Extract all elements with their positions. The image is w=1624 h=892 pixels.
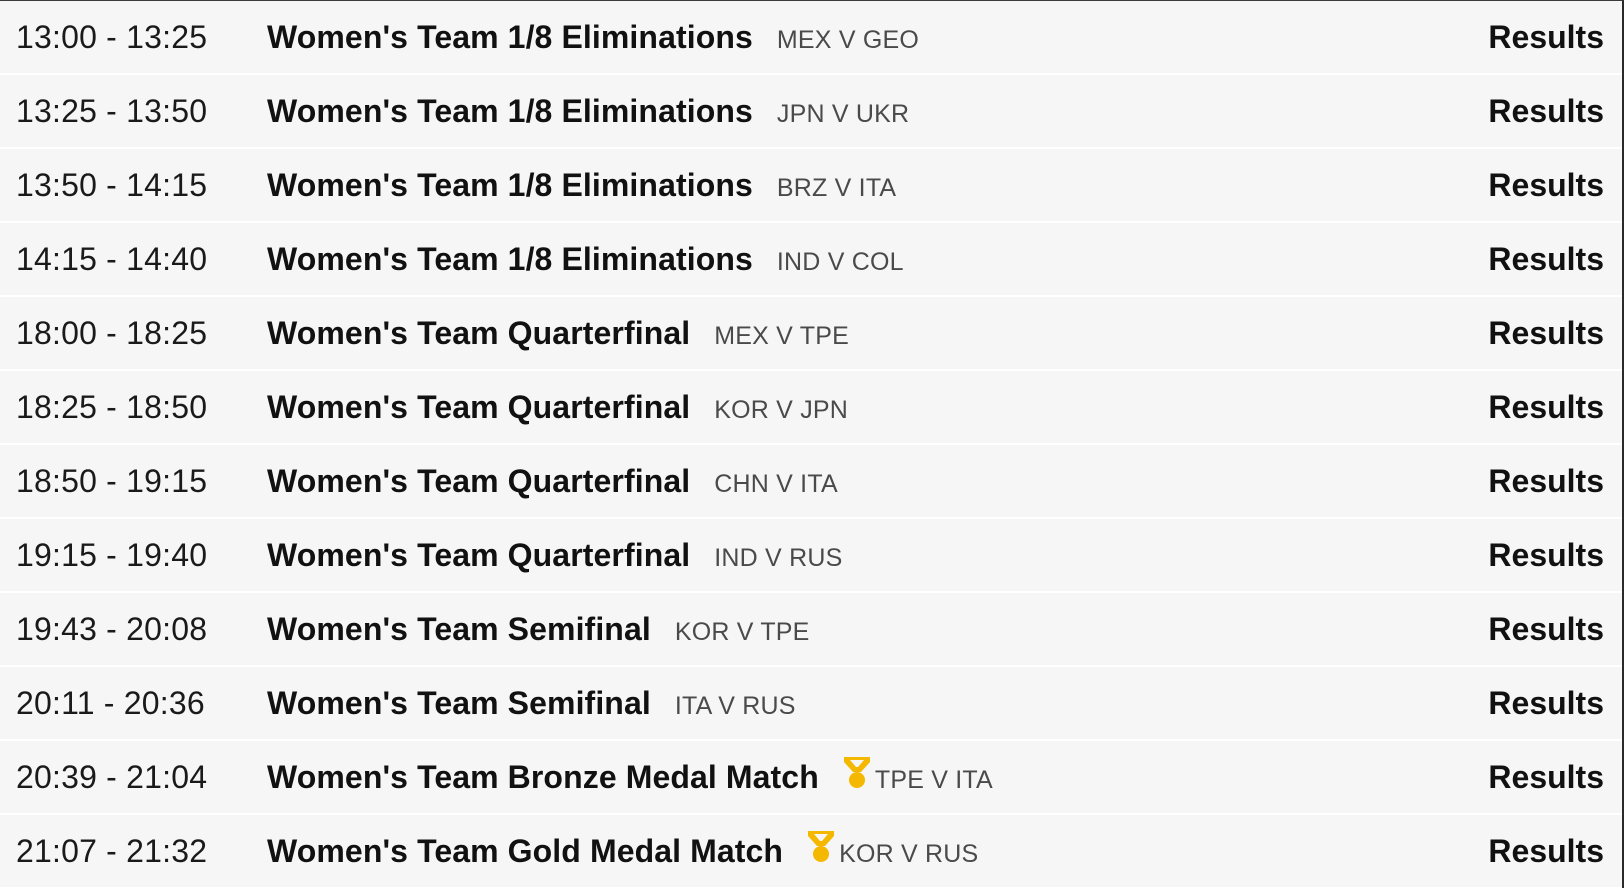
event-title: Women's Team 1/8 Eliminations <box>267 92 753 129</box>
event-info: Women's Team Quarterfinal CHN V ITA <box>267 463 838 500</box>
event-matchup: CHN V ITA <box>714 469 838 498</box>
results-link[interactable]: Results <box>1488 611 1604 648</box>
schedule-row: 18:50 - 19:15 Women's Team Quarterfinal … <box>0 445 1622 519</box>
event-title: Women's Team Quarterfinal <box>267 536 691 573</box>
event-matchup: MEX V TPE <box>714 321 849 350</box>
event-matchup: MEX V GEO <box>776 25 920 54</box>
event-info: Women's Team Bronze Medal Match TPE V IT… <box>267 756 993 796</box>
schedule-row: 18:00 - 18:25 Women's Team Quarterfinal … <box>0 297 1622 371</box>
event-time: 18:50 - 19:15 <box>16 462 208 499</box>
event-matchup: TPE V ITA <box>874 765 993 794</box>
event-time: 19:43 - 20:08 <box>16 610 208 647</box>
event-time: 20:39 - 21:04 <box>16 758 208 795</box>
event-info: Women's Team Gold Medal Match KOR V RUS <box>267 830 979 870</box>
event-info: Women's Team Quarterfinal MEX V TPE <box>267 315 849 352</box>
results-link[interactable]: Results <box>1488 93 1604 130</box>
event-title: Women's Team 1/8 Eliminations <box>267 240 753 277</box>
event-title: Women's Team Bronze Medal Match <box>267 758 819 795</box>
event-matchup: KOR V JPN <box>714 395 849 424</box>
event-matchup: KOR V RUS <box>839 839 979 868</box>
event-time: 13:25 - 13:50 <box>16 92 208 129</box>
results-link[interactable]: Results <box>1488 19 1604 56</box>
event-time: 14:15 - 14:40 <box>16 240 208 277</box>
event-title: Women's Team Gold Medal Match <box>267 832 784 869</box>
schedule-row: 19:43 - 20:08 Women's Team Semifinal KOR… <box>0 593 1622 667</box>
event-matchup: ITA V RUS <box>674 691 796 720</box>
event-info: Women's Team 1/8 Eliminations BRZ V ITA <box>267 167 896 204</box>
event-title: Women's Team Quarterfinal <box>267 462 691 499</box>
event-matchup: IND V COL <box>776 247 904 276</box>
event-time: 18:25 - 18:50 <box>16 388 208 425</box>
event-info: Women's Team 1/8 Eliminations MEX V GEO <box>267 19 919 56</box>
event-time: 13:50 - 14:15 <box>16 166 208 203</box>
event-matchup: JPN V UKR <box>776 99 910 128</box>
event-title: Women's Team Quarterfinal <box>267 314 691 351</box>
schedule-row: 13:25 - 13:50 Women's Team 1/8 Eliminati… <box>0 75 1622 149</box>
event-time: 13:00 - 13:25 <box>16 18 208 55</box>
event-title: Women's Team 1/8 Eliminations <box>267 166 753 203</box>
event-title: Women's Team 1/8 Eliminations <box>267 18 753 55</box>
event-info: Women's Team Quarterfinal IND V RUS <box>267 537 842 574</box>
schedule-row: 21:07 - 21:32 Women's Team Gold Medal Ma… <box>0 815 1622 889</box>
results-link[interactable]: Results <box>1488 833 1604 870</box>
event-matchup: IND V RUS <box>714 543 843 572</box>
event-time: 19:15 - 19:40 <box>16 536 208 573</box>
results-link[interactable]: Results <box>1488 167 1604 204</box>
event-title: Women's Team Semifinal <box>267 684 651 721</box>
medal-icon <box>805 830 837 864</box>
event-info: Women's Team Semifinal KOR V TPE <box>267 611 810 648</box>
event-matchup: KOR V TPE <box>674 617 810 646</box>
event-matchup: BRZ V ITA <box>776 173 897 202</box>
results-link[interactable]: Results <box>1488 759 1604 796</box>
results-link[interactable]: Results <box>1488 241 1604 278</box>
event-title: Women's Team Semifinal <box>267 610 651 647</box>
event-time: 21:07 - 21:32 <box>16 832 208 869</box>
event-info: Women's Team 1/8 Eliminations JPN V UKR <box>267 93 909 130</box>
schedule-row: 13:00 - 13:25 Women's Team 1/8 Eliminati… <box>0 1 1622 75</box>
event-info: Women's Team Semifinal ITA V RUS <box>267 685 796 722</box>
results-link[interactable]: Results <box>1488 685 1604 722</box>
medal-icon <box>841 756 873 790</box>
event-info: Women's Team 1/8 Eliminations IND V COL <box>267 241 904 278</box>
results-link[interactable]: Results <box>1488 315 1604 352</box>
schedule-row: 13:50 - 14:15 Women's Team 1/8 Eliminati… <box>0 149 1622 223</box>
schedule-row: 20:11 - 20:36 Women's Team Semifinal ITA… <box>0 667 1622 741</box>
event-title: Women's Team Quarterfinal <box>267 388 691 425</box>
schedule-row: 14:15 - 14:40 Women's Team 1/8 Eliminati… <box>0 223 1622 297</box>
schedule-row: 19:15 - 19:40 Women's Team Quarterfinal … <box>0 519 1622 593</box>
schedule-row: 20:39 - 21:04 Women's Team Bronze Medal … <box>0 741 1622 815</box>
results-link[interactable]: Results <box>1488 537 1604 574</box>
results-link[interactable]: Results <box>1488 463 1604 500</box>
event-time: 20:11 - 20:36 <box>16 684 205 721</box>
schedule-list: 13:00 - 13:25 Women's Team 1/8 Eliminati… <box>0 0 1624 889</box>
event-info: Women's Team Quarterfinal KOR V JPN <box>267 389 848 426</box>
schedule-row: 18:25 - 18:50 Women's Team Quarterfinal … <box>0 371 1622 445</box>
event-schedule: 13:00 - 13:25 Women's Team 1/8 Eliminati… <box>0 0 1624 892</box>
event-time: 18:00 - 18:25 <box>16 314 208 351</box>
results-link[interactable]: Results <box>1488 389 1604 426</box>
